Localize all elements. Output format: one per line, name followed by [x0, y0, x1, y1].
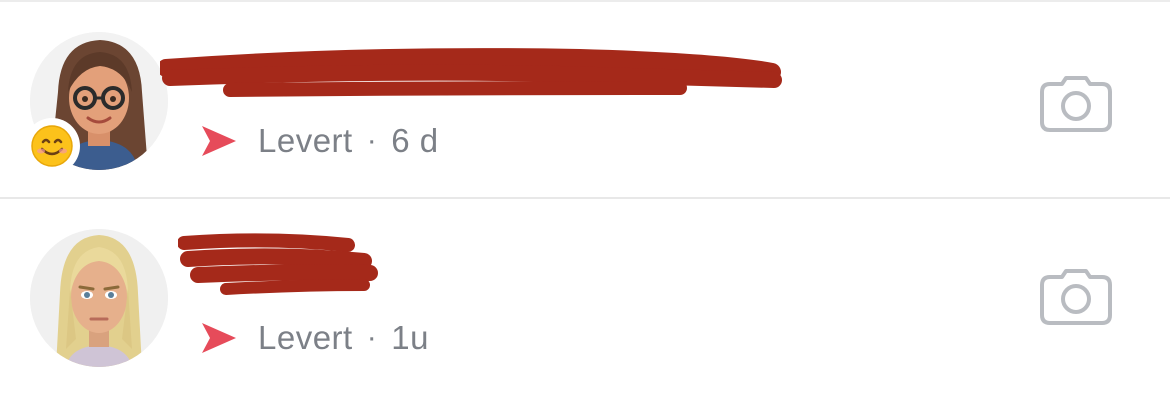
- sent-arrow-icon: [202, 126, 236, 156]
- status-label: Levert: [258, 319, 353, 356]
- bitmoji-avatar-icon[interactable]: [30, 229, 168, 367]
- chat-row[interactable]: Levert · 1u: [0, 199, 1170, 395]
- camera-icon[interactable]: [1040, 269, 1112, 325]
- status-time: 1u: [391, 319, 429, 356]
- redacted-contact-name: [177, 233, 388, 308]
- sent-arrow-icon: [202, 323, 236, 353]
- chat-status: Levert · 1u: [200, 319, 429, 357]
- status-separator: ·: [366, 124, 378, 157]
- status-separator: ·: [366, 321, 378, 354]
- chat-status: Levert · 6 d: [200, 122, 439, 160]
- smiling-face-emoji-icon: [24, 118, 80, 174]
- status-time: 6 d: [391, 122, 439, 159]
- chat-row[interactable]: Levert · 6 d: [0, 2, 1170, 198]
- status-label: Levert: [258, 122, 353, 159]
- redacted-contact-name: [157, 40, 790, 115]
- camera-icon[interactable]: [1040, 76, 1112, 132]
